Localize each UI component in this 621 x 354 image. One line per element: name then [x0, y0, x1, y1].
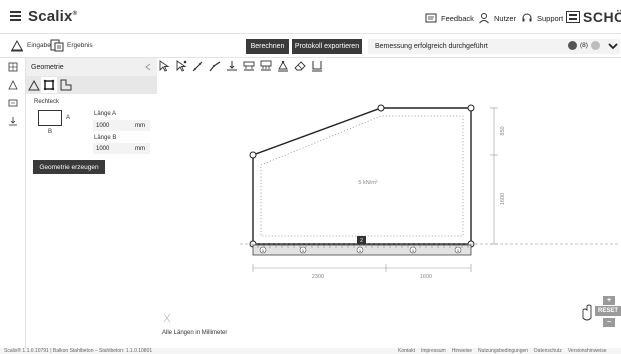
corner-node[interactable] — [377, 104, 385, 112]
chevron-down-icon[interactable] — [608, 42, 618, 50]
side-icon-strip — [0, 58, 26, 348]
info-count: (8) — [580, 42, 588, 49]
footer-links: Kontakt Impressum Hinweise Nutzungsbedingun… — [398, 348, 606, 354]
app-brand: Scalix® — [28, 8, 78, 25]
footer-link[interactable]: Kontakt — [398, 348, 415, 354]
center-marker-label: 2 — [360, 238, 363, 244]
panel-header: Geometrie — [26, 58, 157, 76]
units-note: Alle Längen in Millimeter — [162, 330, 228, 336]
support-label[interactable]: 1 — [454, 246, 462, 254]
menu-icon[interactable] — [10, 11, 21, 21]
footer-link[interactable]: Nutzungsbedingungen — [478, 348, 528, 354]
triangle-shape-icon[interactable] — [28, 79, 40, 91]
geometry-icon[interactable] — [8, 62, 18, 72]
shape-label: Rechteck — [34, 99, 60, 105]
app-header: Scalix® Feedback Nutzer Support SCHÖCK — [0, 0, 621, 34]
footer-link[interactable]: Hinweise — [452, 348, 472, 354]
dim-a-label: A — [66, 115, 71, 121]
zoom-out-button[interactable]: − — [603, 318, 615, 327]
support-label[interactable]: 1 — [409, 246, 417, 254]
length-b-label: Länge B — [94, 135, 117, 141]
length-a-label: Länge A — [94, 111, 117, 117]
result-document-icon — [50, 39, 64, 52]
support-link[interactable]: Support — [521, 12, 563, 24]
support-label[interactable]: 1 — [356, 246, 364, 254]
support-label[interactable]: 1 — [259, 246, 267, 254]
main-toolbar: Eingabe Ergebnis Berechnen Protokoll exp… — [0, 34, 621, 58]
footer-link[interactable]: Datenschutz — [534, 348, 562, 354]
version-info: Scalix® 1.1.0.10791 | Balkon Stahlbeton … — [4, 348, 153, 354]
dimension-left-label: 2300 — [312, 274, 324, 280]
footer-link[interactable]: Impressum — [421, 348, 446, 354]
company-logo: SCHÖCK — [566, 9, 621, 25]
corner-node[interactable] — [467, 104, 475, 112]
dimension-lower-vertical-label: 1600 — [500, 193, 506, 205]
footer-link[interactable]: Versionshinweise — [568, 348, 607, 354]
tab-rectangle[interactable] — [41, 77, 57, 93]
input-triangle-icon — [11, 39, 23, 52]
length-a-unit: mm — [130, 120, 150, 131]
dimension-upper-vertical-label: 850 — [500, 126, 506, 135]
export-protocol-button[interactable]: Protokoll exportieren — [292, 39, 362, 54]
generate-geometry-button[interactable]: Geometrie erzeugen — [33, 160, 105, 174]
calculate-button[interactable]: Berechnen — [246, 39, 289, 54]
zoom-in-button[interactable]: + — [603, 296, 615, 305]
support-label[interactable]: 1 — [299, 246, 307, 254]
check-icon — [590, 41, 600, 50]
headset-icon — [522, 13, 532, 22]
load-icon[interactable] — [8, 116, 18, 126]
feedback-link[interactable]: Feedback — [425, 12, 474, 24]
rectangle-preview — [38, 110, 62, 126]
corner-node[interactable] — [249, 151, 257, 159]
schoeck-logo-icon — [566, 11, 580, 23]
length-b-unit: mm — [130, 143, 150, 154]
panel-title: Geometrie — [31, 63, 64, 71]
status-indicators: (8) — [568, 41, 618, 50]
status-bar: Scalix® 1.1.0.10791 | Balkon Stahlbeton … — [0, 348, 621, 354]
dim-b-label: B — [48, 129, 53, 135]
axis-indicator-icon — [163, 313, 171, 323]
support-triangle-icon[interactable] — [8, 80, 18, 90]
drawing-canvas[interactable]: 1 1 1 1 1 2 5 kN/m² 2300 1600 850 1600 — [157, 58, 621, 348]
lshape-icon[interactable] — [60, 79, 72, 91]
feedback-icon — [425, 13, 437, 23]
collapse-chevron-icon[interactable] — [145, 63, 151, 71]
tab-input[interactable]: Eingabe — [10, 39, 51, 52]
load-area-outline — [260, 115, 464, 237]
user-icon — [479, 13, 489, 24]
element-icon[interactable] — [8, 98, 18, 108]
load-value-label: 5 kN/m² — [358, 180, 377, 186]
rectangle-shape-icon — [43, 79, 55, 91]
tab-result[interactable]: Ergebnis — [50, 39, 93, 52]
user-link[interactable]: Nutzer — [478, 12, 516, 24]
slab-outline — [252, 107, 472, 245]
reset-view-button[interactable]: RESET — [595, 306, 621, 316]
pan-hand-icon[interactable] — [582, 304, 592, 321]
geometry-panel: Geometrie Rechteck A B Länge A 1000 mm L… — [26, 58, 157, 348]
dimension-right-label: 1600 — [420, 274, 432, 280]
info-icon[interactable] — [568, 41, 577, 50]
shape-tabs — [26, 76, 157, 94]
